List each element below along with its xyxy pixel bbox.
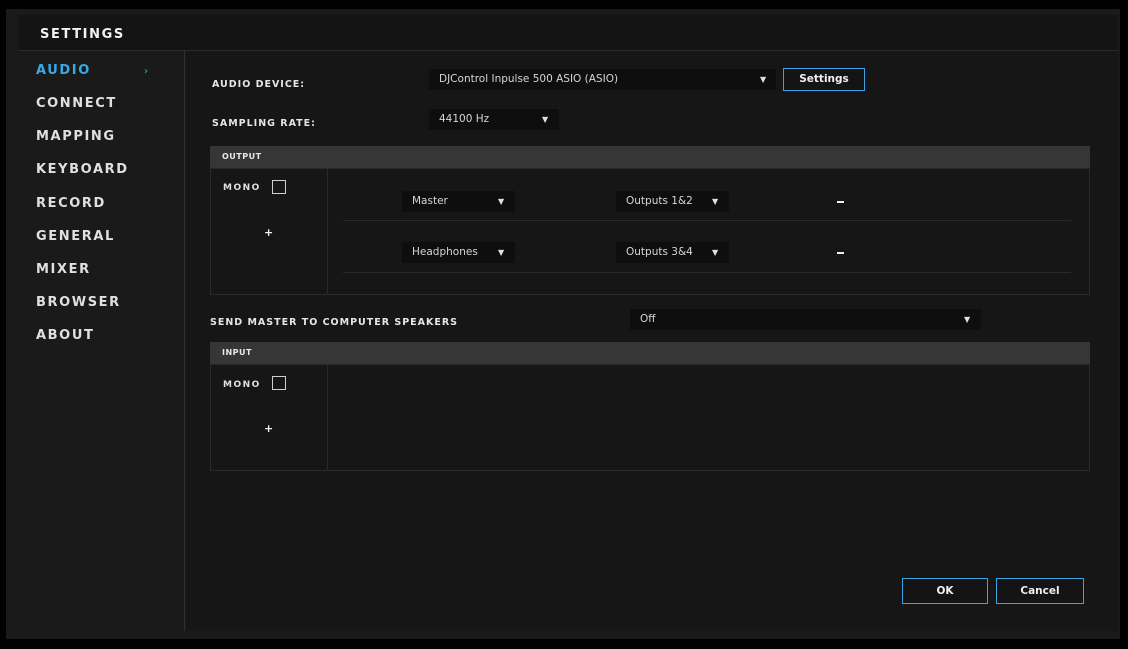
dropdown-arrow-icon: ▼ <box>712 248 719 257</box>
send-master-dropdown[interactable]: Off ▼ <box>630 309 981 330</box>
input-add-button[interactable]: + <box>264 422 273 435</box>
dropdown-arrow-icon: ▼ <box>542 115 549 124</box>
output-row-divider <box>343 272 1071 273</box>
audio-device-value: DJControl Inpulse 500 ASIO (ASIO) <box>439 73 619 85</box>
sidebar-item-mapping[interactable]: MAPPING <box>36 129 116 144</box>
input-mono-checkbox[interactable] <box>272 376 286 390</box>
output-mono-checkbox[interactable] <box>272 180 286 194</box>
remove-output-button[interactable] <box>837 252 844 254</box>
output-target-value: Outputs 1&2 <box>626 195 693 207</box>
output-add-button[interactable]: + <box>264 226 273 239</box>
input-mono-label: MONO <box>223 380 261 390</box>
title-bar <box>18 15 1118 51</box>
output-channel-dropdown-master[interactable]: Master ▼ <box>402 191 515 212</box>
main-panel <box>186 51 1118 631</box>
audio-device-dropdown[interactable]: DJControl Inpulse 500 ASIO (ASIO) ▼ <box>429 69 776 90</box>
dropdown-arrow-icon: ▼ <box>498 197 505 206</box>
sidebar-item-browser[interactable]: BROWSER <box>36 295 121 310</box>
input-panel <box>210 364 1090 471</box>
active-arrow-icon: › <box>144 66 148 77</box>
output-target-dropdown-master[interactable]: Outputs 1&2 ▼ <box>616 191 729 212</box>
send-master-value: Off <box>640 313 656 325</box>
output-channel-value: Master <box>412 195 448 207</box>
output-panel <box>210 168 1090 295</box>
audio-device-label: AUDIO DEVICE: <box>212 79 306 90</box>
output-channel-dropdown-headphones[interactable]: Headphones ▼ <box>402 242 515 263</box>
output-target-dropdown-headphones[interactable]: Outputs 3&4 ▼ <box>616 242 729 263</box>
ok-button[interactable]: OK <box>902 578 988 604</box>
window-title: SETTINGS <box>40 27 125 42</box>
sidebar-item-general[interactable]: GENERAL <box>36 229 115 244</box>
dropdown-arrow-icon: ▼ <box>498 248 505 257</box>
output-mono-label: MONO <box>223 183 261 193</box>
input-divider <box>327 365 328 470</box>
sampling-rate-value: 44100 Hz <box>439 113 490 125</box>
sidebar-item-record[interactable]: RECORD <box>36 196 106 211</box>
sidebar-item-keyboard[interactable]: KEYBOARD <box>36 162 129 177</box>
output-channel-value: Headphones <box>412 246 478 258</box>
sidebar-item-connect[interactable]: CONNECT <box>36 96 117 111</box>
dropdown-arrow-icon: ▼ <box>964 315 971 324</box>
dropdown-arrow-icon: ▼ <box>712 197 719 206</box>
sidebar-item-audio[interactable]: AUDIO <box>36 63 91 78</box>
send-master-label: SEND MASTER TO COMPUTER SPEAKERS <box>210 317 459 328</box>
dropdown-arrow-icon: ▼ <box>760 75 767 84</box>
output-row-divider <box>343 220 1071 221</box>
output-divider <box>327 169 328 294</box>
output-target-value: Outputs 3&4 <box>626 246 693 258</box>
input-section-header: INPUT <box>210 342 1090 364</box>
sampling-rate-label: SAMPLING RATE: <box>212 118 316 129</box>
output-section-header: OUTPUT <box>210 146 1090 168</box>
sidebar-item-about[interactable]: ABOUT <box>36 328 94 343</box>
remove-output-button[interactable] <box>837 201 844 203</box>
audio-settings-button[interactable]: Settings <box>783 68 865 91</box>
sampling-rate-dropdown[interactable]: 44100 Hz ▼ <box>429 109 559 130</box>
sidebar-item-mixer[interactable]: MIXER <box>36 262 91 277</box>
cancel-button[interactable]: Cancel <box>996 578 1084 604</box>
